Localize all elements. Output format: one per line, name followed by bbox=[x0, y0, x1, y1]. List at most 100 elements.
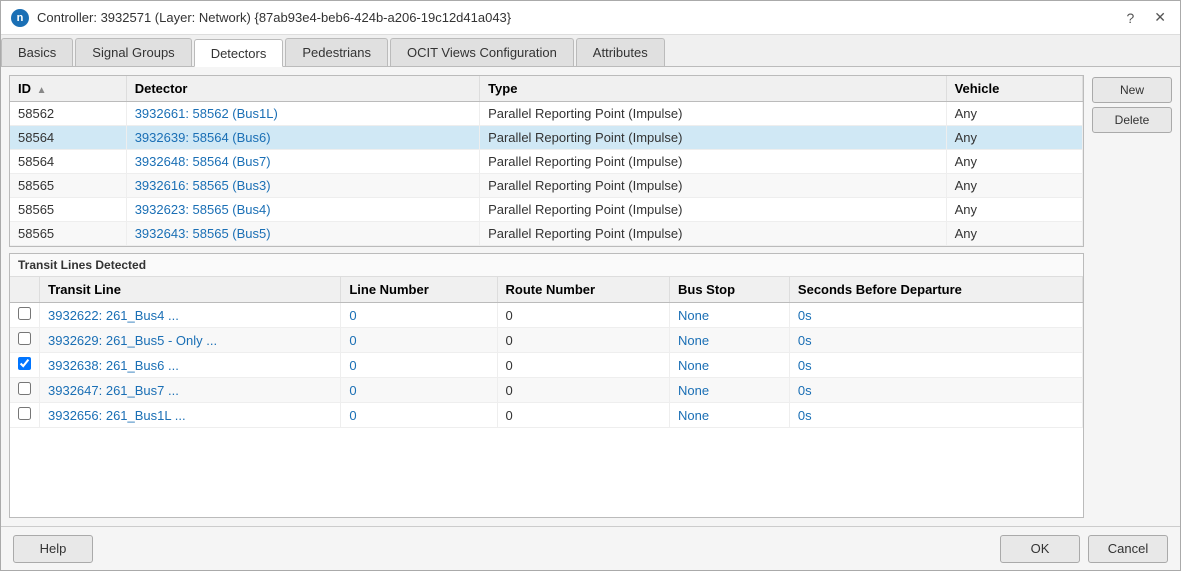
cell-seconds: 0s bbox=[789, 378, 1082, 403]
table-row[interactable]: 58562 3932661: 58562 (Bus1L) Parallel Re… bbox=[10, 102, 1083, 126]
cell-type: Parallel Reporting Point (Impulse) bbox=[480, 102, 946, 126]
cell-type: Parallel Reporting Point (Impulse) bbox=[480, 150, 946, 174]
cell-vehicle: Any bbox=[946, 150, 1082, 174]
tabs-bar: Basics Signal Groups Detectors Pedestria… bbox=[1, 35, 1180, 67]
table-row[interactable]: 58565 3932623: 58565 (Bus4) Parallel Rep… bbox=[10, 198, 1083, 222]
cell-id: 58565 bbox=[10, 174, 126, 198]
upper-table-wrapper[interactable]: ID ▲ Detector Type Vehicle 58562 3932661… bbox=[10, 76, 1083, 246]
delete-button[interactable]: Delete bbox=[1092, 107, 1172, 133]
transit-checkbox[interactable] bbox=[18, 382, 31, 395]
tab-attributes[interactable]: Attributes bbox=[576, 38, 665, 66]
col-transit-line: Transit Line bbox=[40, 277, 341, 303]
close-button[interactable]: ✕ bbox=[1150, 7, 1170, 28]
col-vehicle: Vehicle bbox=[946, 76, 1082, 102]
main-panel: ID ▲ Detector Type Vehicle 58562 3932661… bbox=[9, 75, 1084, 518]
col-detector: Detector bbox=[126, 76, 479, 102]
detector-link[interactable]: 3932648: 58564 (Bus7) bbox=[135, 154, 271, 169]
cell-line-number: 0 bbox=[341, 403, 497, 428]
cell-checkbox[interactable] bbox=[10, 303, 40, 328]
list-item[interactable]: 3932647: 261_Bus7 ... 0 0 None 0s bbox=[10, 378, 1083, 403]
cell-line-number: 0 bbox=[341, 378, 497, 403]
cell-vehicle: Any bbox=[946, 174, 1082, 198]
cell-id: 58565 bbox=[10, 222, 126, 246]
cell-bus-stop: None bbox=[670, 303, 790, 328]
tab-ocit-views[interactable]: OCIT Views Configuration bbox=[390, 38, 574, 66]
upper-table: ID ▲ Detector Type Vehicle 58562 3932661… bbox=[10, 76, 1083, 246]
transit-checkbox[interactable] bbox=[18, 357, 31, 370]
cell-detector: 3932648: 58564 (Bus7) bbox=[126, 150, 479, 174]
transit-line-link[interactable]: 3932647: 261_Bus7 ... bbox=[48, 383, 179, 398]
cell-detector: 3932616: 58565 (Bus3) bbox=[126, 174, 479, 198]
cell-route-number: 0 bbox=[497, 378, 670, 403]
list-item[interactable]: 3932656: 261_Bus1L ... 0 0 None 0s bbox=[10, 403, 1083, 428]
col-line-number: Line Number bbox=[341, 277, 497, 303]
cell-line-number: 0 bbox=[341, 328, 497, 353]
cell-bus-stop: None bbox=[670, 403, 790, 428]
transit-checkbox[interactable] bbox=[18, 332, 31, 345]
sort-arrow-id: ▲ bbox=[37, 85, 47, 96]
cell-bus-stop: None bbox=[670, 378, 790, 403]
detector-link[interactable]: 3932639: 58564 (Bus6) bbox=[135, 130, 271, 145]
col-seconds: Seconds Before Departure bbox=[789, 277, 1082, 303]
col-check bbox=[10, 277, 40, 303]
cell-vehicle: Any bbox=[946, 198, 1082, 222]
cell-type: Parallel Reporting Point (Impulse) bbox=[480, 222, 946, 246]
list-item[interactable]: 3932622: 261_Bus4 ... 0 0 None 0s bbox=[10, 303, 1083, 328]
cell-id: 58565 bbox=[10, 198, 126, 222]
help-button[interactable]: Help bbox=[13, 535, 93, 563]
transit-checkbox[interactable] bbox=[18, 307, 31, 320]
cell-checkbox[interactable] bbox=[10, 328, 40, 353]
cell-vehicle: Any bbox=[946, 102, 1082, 126]
tab-detectors[interactable]: Detectors bbox=[194, 39, 284, 67]
tab-pedestrians[interactable]: Pedestrians bbox=[285, 38, 388, 66]
cell-id: 58562 bbox=[10, 102, 126, 126]
detector-link[interactable]: 3932643: 58565 (Bus5) bbox=[135, 226, 271, 241]
table-row[interactable]: 58565 3932616: 58565 (Bus3) Parallel Rep… bbox=[10, 174, 1083, 198]
window-title: Controller: 3932571 (Layer: Network) {87… bbox=[37, 10, 511, 25]
col-type: Type bbox=[480, 76, 946, 102]
tab-basics[interactable]: Basics bbox=[1, 38, 73, 66]
detector-link[interactable]: 3932661: 58562 (Bus1L) bbox=[135, 106, 278, 121]
transit-checkbox[interactable] bbox=[18, 407, 31, 420]
table-row[interactable]: 58564 3932639: 58564 (Bus6) Parallel Rep… bbox=[10, 126, 1083, 150]
cell-route-number: 0 bbox=[497, 403, 670, 428]
new-button[interactable]: New bbox=[1092, 77, 1172, 103]
content-area: ID ▲ Detector Type Vehicle 58562 3932661… bbox=[1, 67, 1180, 526]
lower-section: Transit Lines Detected Transit Line Line… bbox=[9, 253, 1084, 518]
cell-bus-stop: None bbox=[670, 328, 790, 353]
cell-seconds: 0s bbox=[789, 328, 1082, 353]
cell-type: Parallel Reporting Point (Impulse) bbox=[480, 198, 946, 222]
ok-button[interactable]: OK bbox=[1000, 535, 1080, 563]
cell-route-number: 0 bbox=[497, 353, 670, 378]
cell-type: Parallel Reporting Point (Impulse) bbox=[480, 126, 946, 150]
cell-detector: 3932623: 58565 (Bus4) bbox=[126, 198, 479, 222]
cell-checkbox[interactable] bbox=[10, 353, 40, 378]
col-bus-stop: Bus Stop bbox=[670, 277, 790, 303]
transit-line-link[interactable]: 3932622: 261_Bus4 ... bbox=[48, 308, 179, 323]
transit-lines-title: Transit Lines Detected bbox=[10, 254, 1083, 277]
help-title-button[interactable]: ? bbox=[1122, 8, 1138, 28]
app-icon: n bbox=[11, 9, 29, 27]
detector-link[interactable]: 3932623: 58565 (Bus4) bbox=[135, 202, 271, 217]
list-item[interactable]: 3932629: 261_Bus5 - Only ... 0 0 None 0s bbox=[10, 328, 1083, 353]
cell-vehicle: Any bbox=[946, 222, 1082, 246]
lower-table-wrapper[interactable]: Transit Line Line Number Route Number Bu… bbox=[10, 277, 1083, 517]
tab-signal-groups[interactable]: Signal Groups bbox=[75, 38, 191, 66]
cell-checkbox[interactable] bbox=[10, 378, 40, 403]
list-item[interactable]: 3932638: 261_Bus6 ... 0 0 None 0s bbox=[10, 353, 1083, 378]
cell-transit-line: 3932638: 261_Bus6 ... bbox=[40, 353, 341, 378]
cell-seconds: 0s bbox=[789, 403, 1082, 428]
cancel-button[interactable]: Cancel bbox=[1088, 535, 1168, 563]
table-row[interactable]: 58565 3932643: 58565 (Bus5) Parallel Rep… bbox=[10, 222, 1083, 246]
detector-link[interactable]: 3932616: 58565 (Bus3) bbox=[135, 178, 271, 193]
title-bar-controls: ? ✕ bbox=[1122, 7, 1170, 28]
cell-transit-line: 3932656: 261_Bus1L ... bbox=[40, 403, 341, 428]
transit-line-link[interactable]: 3932629: 261_Bus5 - Only ... bbox=[48, 333, 217, 348]
transit-line-link[interactable]: 3932638: 261_Bus6 ... bbox=[48, 358, 179, 373]
transit-line-link[interactable]: 3932656: 261_Bus1L ... bbox=[48, 408, 186, 423]
table-row[interactable]: 58564 3932648: 58564 (Bus7) Parallel Rep… bbox=[10, 150, 1083, 174]
cell-type: Parallel Reporting Point (Impulse) bbox=[480, 174, 946, 198]
cell-route-number: 0 bbox=[497, 328, 670, 353]
title-bar: n Controller: 3932571 (Layer: Network) {… bbox=[1, 1, 1180, 35]
cell-checkbox[interactable] bbox=[10, 403, 40, 428]
